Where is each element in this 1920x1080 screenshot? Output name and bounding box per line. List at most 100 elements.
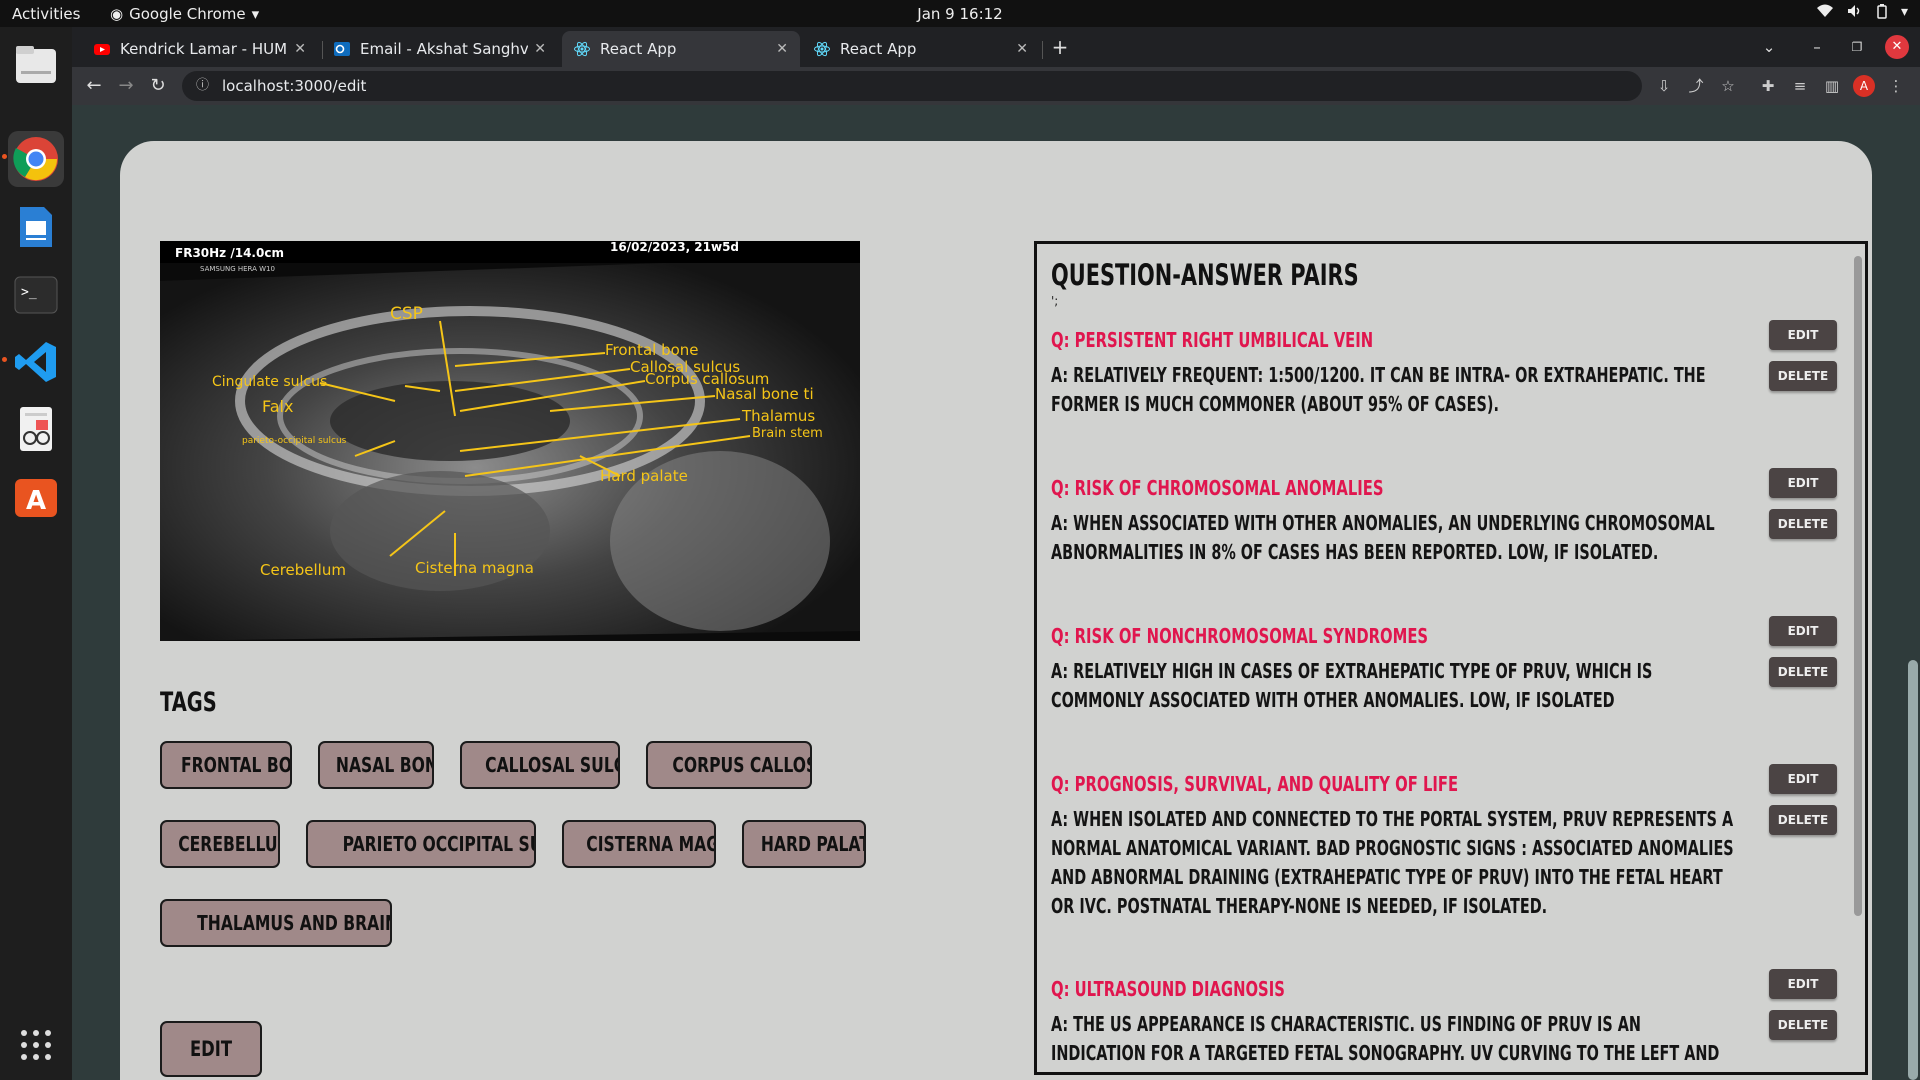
tab-title: React App [600, 40, 677, 58]
image-header-left: FR30Hz /14.0cm [175, 246, 284, 260]
edit-button[interactable]: EDIT [1769, 764, 1837, 794]
delete-button[interactable]: DELETE [1769, 361, 1837, 391]
edit-button[interactable]: EDIT [1769, 969, 1837, 999]
tab-title: Email - Akshat Sanghvi - C [360, 40, 529, 58]
qa-scrollbar[interactable] [1854, 256, 1862, 916]
chrome-icon[interactable] [8, 131, 64, 187]
qa-title: QUESTION-ANSWER PAIRS [1051, 258, 1359, 292]
close-icon[interactable]: ✕ [776, 41, 788, 57]
media-icon[interactable]: ≡ [1789, 75, 1811, 97]
label-csp: CSP [390, 304, 423, 324]
tag-chip[interactable]: CORPUS CALLOSUM [646, 741, 812, 789]
running-indicator [2, 357, 7, 362]
new-tab-icon[interactable]: + [1048, 35, 1072, 59]
reload-icon[interactable]: ↻ [146, 74, 170, 98]
delete-button[interactable]: DELETE [1769, 805, 1837, 835]
question-text: Q: RISK OF NONCHROMOSOMAL SYNDROMES [1051, 624, 1429, 648]
edit-button[interactable]: EDIT [1769, 320, 1837, 350]
tag-chip[interactable]: CISTERNA MAGNA [562, 820, 716, 868]
label-cerebellum: Cerebellum [260, 561, 346, 579]
edit-tags-button[interactable]: EDIT TAGS [160, 1021, 262, 1077]
label-frontal-bone: Frontal bone [605, 341, 699, 359]
question-text: Q: ULTRASOUND DIAGNOSIS [1051, 977, 1285, 1001]
tab-strip: Kendrick Lamar - HUMBLE ✕ Email - Akshat… [72, 27, 1920, 67]
tag-chip[interactable]: NASAL BONE [318, 741, 434, 789]
editor-card: FR30Hz /14.0cm 16/02/2023, 21w5d SAMSUNG… [120, 141, 1872, 1080]
install-icon[interactable]: ⇩ [1653, 75, 1675, 97]
label-hard-palate: Hard palate [600, 467, 688, 485]
tab-react-app-active[interactable]: React App ✕ [562, 31, 800, 67]
menu-kebab-icon[interactable]: ⋮ [1885, 75, 1907, 97]
share-icon[interactable]: ⤴ [1685, 75, 1707, 97]
answer-text: A: WHEN ASSOCIATED WITH OTHER ANOMALIES,… [1051, 511, 1715, 564]
address-bar[interactable]: ⓘ localhost:3000/edit [182, 71, 1642, 101]
close-icon[interactable]: ✕ [534, 41, 546, 57]
qa-panel[interactable]: QUESTION-ANSWER PAIRS '; Q: PERSISTENT R… [1034, 241, 1868, 1075]
info-icon[interactable]: ⓘ [196, 71, 209, 101]
document-viewer-icon[interactable] [8, 401, 64, 457]
forward-icon[interactable]: → [114, 74, 138, 98]
question-text: Q: PERSISTENT RIGHT UMBILICAL VEIN [1051, 328, 1374, 352]
tag-chip[interactable]: THALAMUS AND BRAINSTEM [160, 899, 392, 947]
close-icon[interactable]: ✕ [294, 41, 306, 57]
tag-chip[interactable]: FRONTAL BONE [160, 741, 292, 789]
delete-button[interactable]: DELETE [1769, 1010, 1837, 1040]
page-viewport: FR30Hz /14.0cm 16/02/2023, 21w5d SAMSUNG… [72, 105, 1920, 1080]
minimize-icon[interactable]: – [1805, 35, 1829, 59]
restore-icon[interactable]: ❐ [1845, 35, 1869, 59]
label-cingulate-sulcus: Cingulate sulcus [212, 374, 327, 390]
tab-youtube[interactable]: Kendrick Lamar - HUMBLE ✕ [82, 31, 318, 67]
device-label: SAMSUNG HERA W10 [200, 265, 275, 273]
close-icon[interactable]: ✕ [1016, 41, 1028, 57]
close-window-icon[interactable]: ✕ [1885, 35, 1909, 59]
vscode-icon[interactable] [8, 334, 64, 390]
tag-chip[interactable]: CALLOSAL SULCUS [460, 741, 620, 789]
delete-button[interactable]: DELETE [1769, 509, 1837, 539]
show-apps-icon[interactable] [8, 1017, 64, 1073]
question-text: Q: PROGNOSIS, SURVIVAL, AND QUALITY OF L… [1051, 772, 1459, 796]
extensions-icon[interactable]: ✚ [1757, 75, 1779, 97]
tag-chip[interactable]: PARIETO OCCIPITAL SULCUS [306, 820, 536, 868]
svg-text:>_: >_ [21, 285, 37, 300]
browser-toolbar: ← → ↻ ⓘ localhost:3000/edit ⇩ ⤴ ☆ ✚ ≡ ▥ … [72, 67, 1920, 105]
react-icon [574, 41, 590, 57]
image-header-right: 16/02/2023, 21w5d [610, 241, 739, 254]
app-center-icon[interactable]: A [8, 469, 64, 525]
qa-stray-text: '; [1051, 294, 1059, 308]
edit-button[interactable]: EDIT [1769, 468, 1837, 498]
label-thalamus: Thalamus [741, 407, 815, 425]
writer-icon[interactable] [8, 199, 64, 255]
clock[interactable]: Jan 9 16:12 [0, 5, 1920, 23]
label-nasal-bone: Nasal bone ti [715, 385, 814, 403]
edit-button[interactable]: EDIT [1769, 616, 1837, 646]
tab-email[interactable]: Email - Akshat Sanghvi - C ✕ [322, 31, 558, 67]
tags-heading: TAGS [160, 687, 217, 718]
svg-text:A: A [26, 486, 46, 516]
ultrasound-image: FR30Hz /14.0cm 16/02/2023, 21w5d SAMSUNG… [160, 241, 860, 641]
delete-button[interactable]: DELETE [1769, 657, 1837, 687]
side-panel-icon[interactable]: ▥ [1821, 75, 1843, 97]
outlook-icon [334, 42, 350, 56]
running-indicator [2, 154, 7, 159]
volume-icon [1847, 4, 1863, 23]
profile-avatar[interactable]: A [1853, 75, 1875, 97]
wifi-icon [1816, 4, 1833, 23]
answer-text: A: RELATIVELY FREQUENT: 1:500/1200. IT C… [1051, 363, 1706, 416]
tab-react-app[interactable]: React App ✕ [802, 31, 1040, 67]
answer-text: A: WHEN ISOLATED AND CONNECTED TO THE PO… [1051, 807, 1734, 918]
react-icon [814, 41, 830, 57]
tag-chip[interactable]: CEREBELLUM [160, 820, 280, 868]
files-icon[interactable] [8, 37, 64, 93]
system-tray[interactable]: ▾ [1816, 4, 1908, 23]
bookmark-star-icon[interactable]: ☆ [1717, 75, 1739, 97]
tag-chip[interactable]: HARD PALATE [742, 820, 866, 868]
url-text: localhost:3000/edit [222, 77, 367, 95]
page-scrollbar-thumb[interactable] [1908, 660, 1918, 1080]
tab-title: Kendrick Lamar - HUMBLE [120, 40, 288, 58]
terminal-icon[interactable]: >_ [8, 267, 64, 323]
tab-search-icon[interactable]: ⌄ [1757, 35, 1781, 59]
tab-separator [1042, 41, 1043, 59]
back-icon[interactable]: ← [82, 74, 106, 98]
label-parieto-occipital: parieto-occipital sulcus [242, 436, 347, 446]
label-brain-stem: Brain stem [752, 426, 823, 441]
